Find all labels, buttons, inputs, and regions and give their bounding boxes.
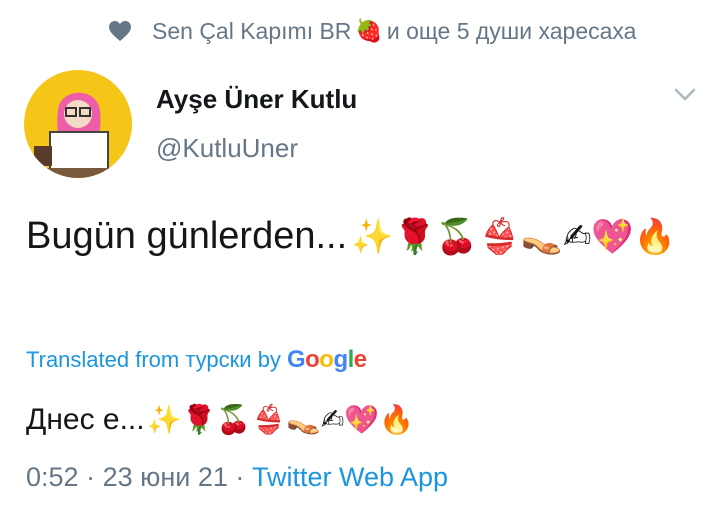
avatar[interactable] (24, 70, 132, 178)
liker-name[interactable]: Sen Çal Kapımı BR (152, 18, 351, 45)
tweet-body: Bugün günlerden... (26, 215, 348, 257)
chevron-down-icon[interactable] (674, 88, 696, 102)
tweet-date[interactable]: 23 юни 21 (103, 462, 228, 492)
liker-emoji: 🍓 (355, 18, 383, 44)
translation-emojis: ✨🌹🍒👙👡✍💖🔥 (146, 403, 415, 436)
tweet-text: Bugün günlerden... ✨🌹🍒👙👡✍💖🔥 (26, 208, 676, 265)
translation-label[interactable]: Translated from турски by (26, 347, 281, 373)
social-context: Sen Çal Kapımı BR 🍓 и още 5 души харесах… (108, 14, 636, 48)
author-handle[interactable]: @KutluUner (156, 133, 298, 164)
tweet-source-link[interactable]: Twitter Web App (252, 462, 448, 492)
tweet-meta: 0:52 · 23 юни 21 · Twitter Web App (26, 462, 448, 493)
author-name[interactable]: Ayşe Üner Kutlu (156, 84, 357, 115)
likes-summary[interactable]: и още 5 души харесаха (387, 18, 637, 45)
heart-icon (109, 21, 131, 41)
tweet-emojis: ✨🌹🍒👙👡✍💖🔥 (351, 217, 676, 257)
translation-attribution[interactable]: Translated from турски by Google (26, 346, 367, 374)
tweet-time[interactable]: 0:52 (26, 462, 79, 492)
translated-text: Днес е...✨🌹🍒👙👡✍💖🔥 (26, 398, 414, 442)
avatar-image (24, 70, 132, 178)
translation-body: Днес е... (26, 403, 145, 436)
meta-separator: · (235, 462, 245, 492)
meta-separator: · (86, 462, 96, 492)
google-logo: Google (286, 346, 367, 373)
